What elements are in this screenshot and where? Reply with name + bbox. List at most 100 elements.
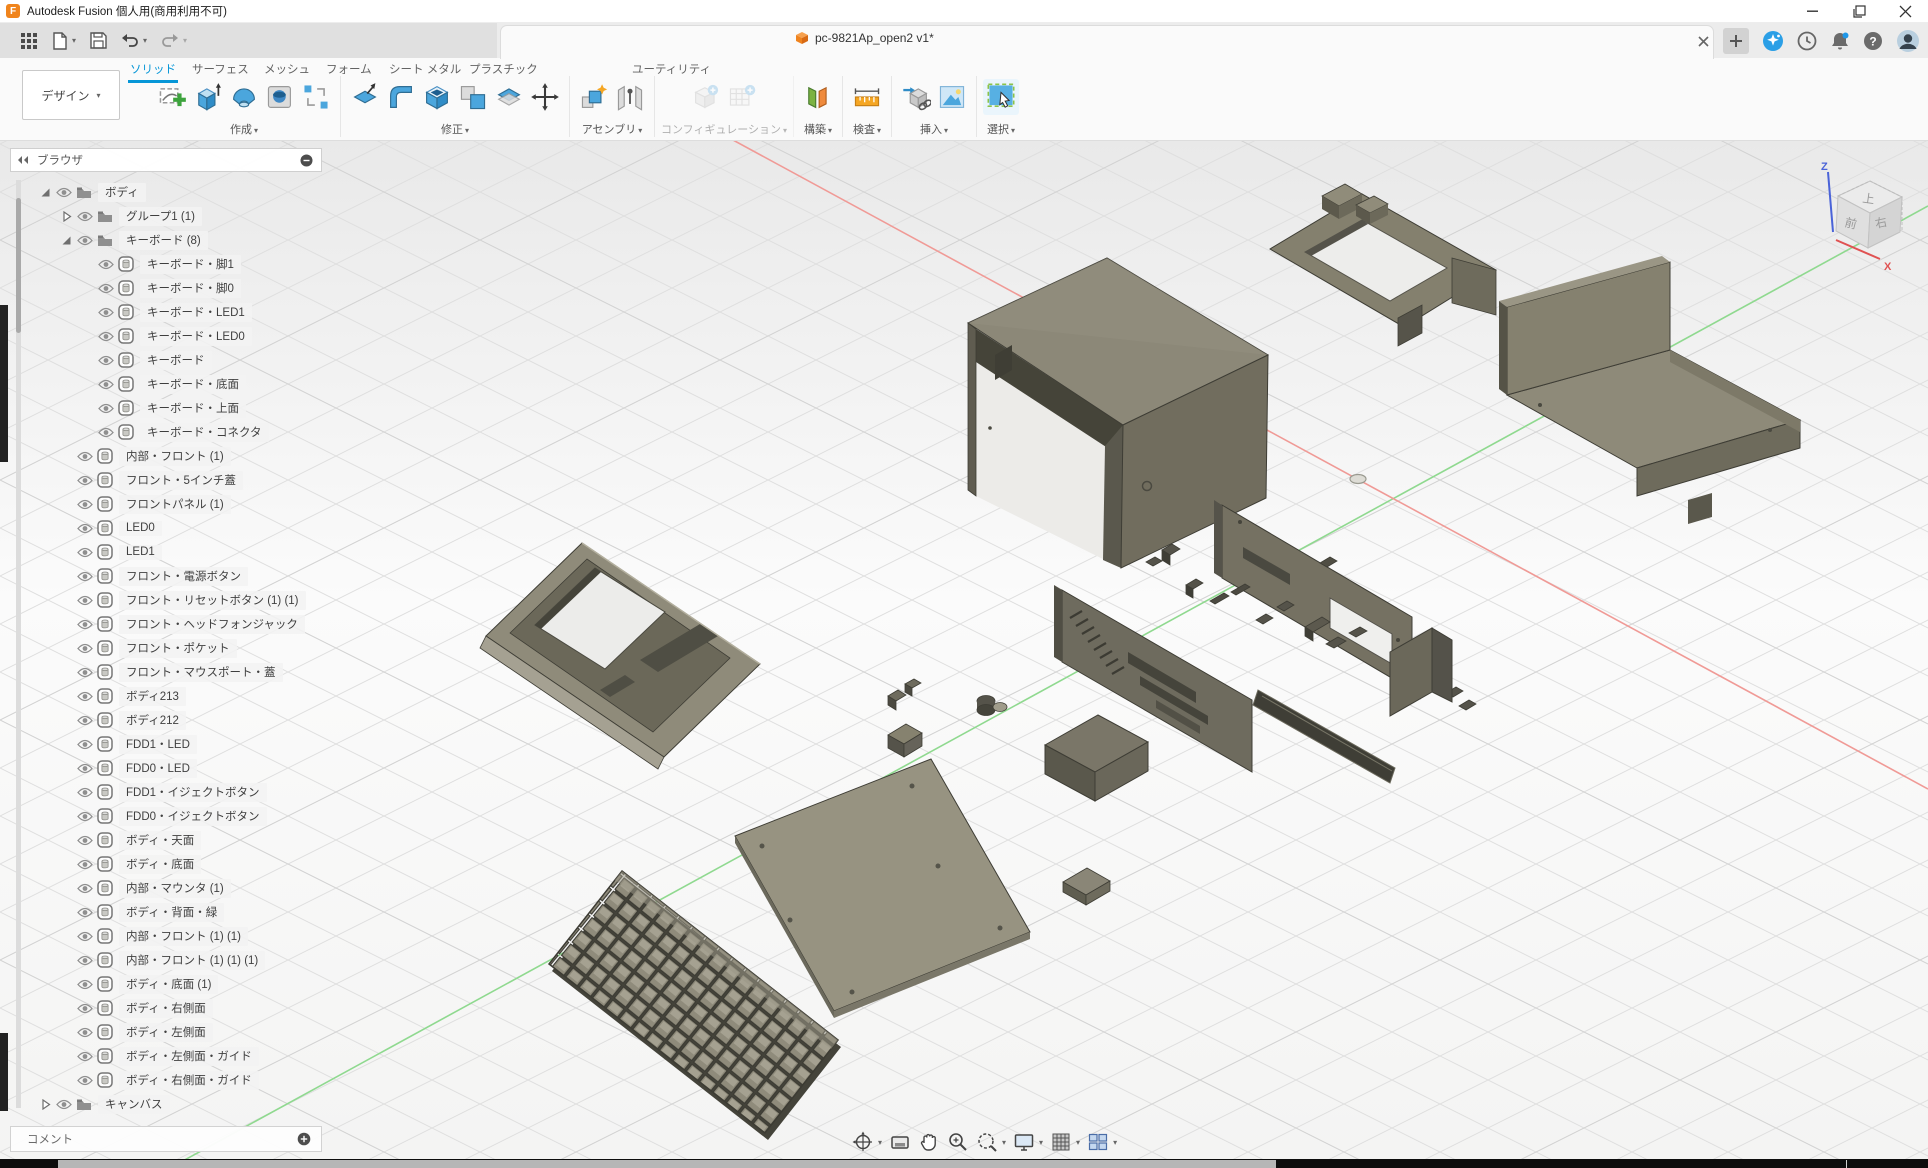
visibility-eye-icon[interactable]: [75, 931, 95, 942]
tree-row[interactable]: ボディ・底面 (1): [10, 972, 306, 996]
tree-item-label[interactable]: キーボード・底面: [140, 375, 246, 394]
tree-row[interactable]: ボディ213: [10, 684, 306, 708]
look-at-button[interactable]: [889, 1131, 911, 1153]
rectangular-pattern-button[interactable]: [298, 79, 334, 115]
visibility-eye-icon[interactable]: [96, 259, 116, 270]
visibility-eye-icon[interactable]: [96, 307, 116, 318]
zoom-button[interactable]: [947, 1131, 969, 1153]
configuration-table-button[interactable]: [724, 79, 760, 115]
visibility-eye-icon[interactable]: [75, 691, 95, 702]
tree-row[interactable]: FDD1・イジェクトボタン: [10, 780, 306, 804]
display-settings-button[interactable]: ▾: [1013, 1131, 1043, 1153]
visibility-eye-icon[interactable]: [75, 643, 95, 654]
tree-item-label[interactable]: ボディ: [98, 183, 146, 202]
new-tab-button[interactable]: [1723, 28, 1749, 54]
tree-row[interactable]: ボディ・背面・緑: [10, 900, 306, 924]
tree-item-label[interactable]: キーボード・上面: [140, 399, 246, 418]
undo-button[interactable]: ▾: [121, 33, 147, 49]
tree-row[interactable]: フロントパネル (1): [10, 492, 306, 516]
visibility-eye-icon[interactable]: [75, 787, 95, 798]
tree-item-label[interactable]: ボディ213: [119, 687, 186, 706]
visibility-eye-icon[interactable]: [75, 235, 95, 246]
revolve-button[interactable]: [226, 79, 262, 115]
visibility-eye-icon[interactable]: [75, 547, 95, 558]
tree-row[interactable]: FDD1・LED: [10, 732, 306, 756]
ribbon-group-label[interactable]: アセンブリ▾: [582, 121, 642, 137]
tree-item-label[interactable]: 内部・マウンタ (1): [119, 879, 231, 898]
visibility-eye-icon[interactable]: [75, 571, 95, 582]
tree-row[interactable]: キーボード・上面: [10, 396, 306, 420]
tree-collapse-arrow-icon[interactable]: [36, 1099, 54, 1110]
visibility-eye-icon[interactable]: [75, 499, 95, 510]
visibility-eye-icon[interactable]: [96, 427, 116, 438]
tree-expand-arrow-icon[interactable]: [36, 187, 54, 198]
tree-item-label[interactable]: フロント・5インチ蓋: [119, 471, 243, 490]
add-comment-icon[interactable]: [297, 1132, 311, 1146]
tree-row[interactable]: ボディ: [10, 180, 306, 204]
browser-panel-header[interactable]: ブラウザ: [10, 148, 322, 172]
tree-row[interactable]: キーボード・LED1: [10, 300, 306, 324]
tree-item-label[interactable]: キーボード (8): [119, 231, 208, 250]
move-button[interactable]: [527, 79, 563, 115]
tree-row[interactable]: フロント・ヘッドフォンジャック: [10, 612, 306, 636]
visibility-eye-icon[interactable]: [96, 283, 116, 294]
tree-row[interactable]: ボディ・右側面: [10, 996, 306, 1020]
tree-item-label[interactable]: ボディ・左側面・ガイド: [119, 1047, 259, 1066]
close-button[interactable]: [1882, 0, 1928, 22]
measure-button[interactable]: [849, 79, 885, 115]
tree-item-label[interactable]: グループ1 (1): [119, 207, 202, 226]
visibility-eye-icon[interactable]: [96, 355, 116, 366]
new-component-button[interactable]: [576, 79, 612, 115]
ribbon-group-label[interactable]: 挿入▾: [920, 121, 948, 137]
hole-button[interactable]: [262, 79, 298, 115]
tree-item-label[interactable]: キーボード・脚1: [140, 255, 241, 274]
tree-item-label[interactable]: FDD0・イジェクトボタン: [119, 807, 267, 826]
tree-item-label[interactable]: FDD1・LED: [119, 735, 197, 754]
visibility-eye-icon[interactable]: [75, 1075, 95, 1086]
visibility-eye-icon[interactable]: [75, 907, 95, 918]
tree-row[interactable]: フロント・リセットボタン (1) (1): [10, 588, 306, 612]
design-workspace-menu[interactable]: デザイン▾: [22, 70, 120, 120]
help-button[interactable]: ?: [1863, 31, 1883, 51]
tree-item-label[interactable]: FDD0・LED: [119, 759, 197, 778]
visibility-eye-icon[interactable]: [54, 1099, 74, 1110]
construction-plane-button[interactable]: [800, 79, 836, 115]
visibility-eye-icon[interactable]: [75, 475, 95, 486]
extrude-button[interactable]: [190, 79, 226, 115]
visibility-eye-icon[interactable]: [75, 715, 95, 726]
tree-row[interactable]: フロント・5インチ蓋: [10, 468, 306, 492]
tree-collapse-arrow-icon[interactable]: [57, 211, 75, 222]
tree-item-label[interactable]: キーボード・コネクタ: [140, 423, 269, 442]
job-status-button[interactable]: [1797, 31, 1817, 51]
visibility-eye-icon[interactable]: [75, 739, 95, 750]
visibility-eye-icon[interactable]: [75, 619, 95, 630]
tree-row[interactable]: LED0: [10, 516, 306, 540]
tree-item-label[interactable]: LED0: [119, 521, 162, 536]
fillet-button[interactable]: [383, 79, 419, 115]
visibility-eye-icon[interactable]: [75, 211, 95, 222]
visibility-eye-icon[interactable]: [75, 883, 95, 894]
insert-derive-button[interactable]: [898, 79, 934, 115]
tree-row[interactable]: キャンバス: [10, 1092, 306, 1116]
tree-item-label[interactable]: ボディ・右側面・ガイド: [119, 1071, 259, 1090]
tree-row[interactable]: ボディ・天面: [10, 828, 306, 852]
tree-item-label[interactable]: キーボード・脚0: [140, 279, 241, 298]
tree-row[interactable]: 内部・マウンタ (1): [10, 876, 306, 900]
tree-item-label[interactable]: ボディ・天面: [119, 831, 201, 850]
tree-item-label[interactable]: ボディ・底面 (1): [119, 975, 218, 994]
tree-row[interactable]: ボディ212: [10, 708, 306, 732]
ribbon-group-label[interactable]: 選択▾: [987, 121, 1015, 137]
visibility-eye-icon[interactable]: [75, 1027, 95, 1038]
visibility-eye-icon[interactable]: [75, 523, 95, 534]
tree-item-label[interactable]: キャンバス: [98, 1095, 170, 1114]
tree-item-label[interactable]: ボディ・右側面: [119, 999, 213, 1018]
document-tab[interactable]: [500, 25, 1714, 59]
close-tab-button[interactable]: [1697, 35, 1710, 48]
tree-row[interactable]: フロント・ポケット: [10, 636, 306, 660]
ribbon-group-label[interactable]: 構築▾: [804, 121, 832, 137]
tree-row[interactable]: キーボード・脚0: [10, 276, 306, 300]
sketch-create-button[interactable]: [154, 79, 190, 115]
tree-item-label[interactable]: ボディ・背面・緑: [119, 903, 224, 922]
visibility-eye-icon[interactable]: [54, 187, 74, 198]
visibility-eye-icon[interactable]: [75, 1003, 95, 1014]
